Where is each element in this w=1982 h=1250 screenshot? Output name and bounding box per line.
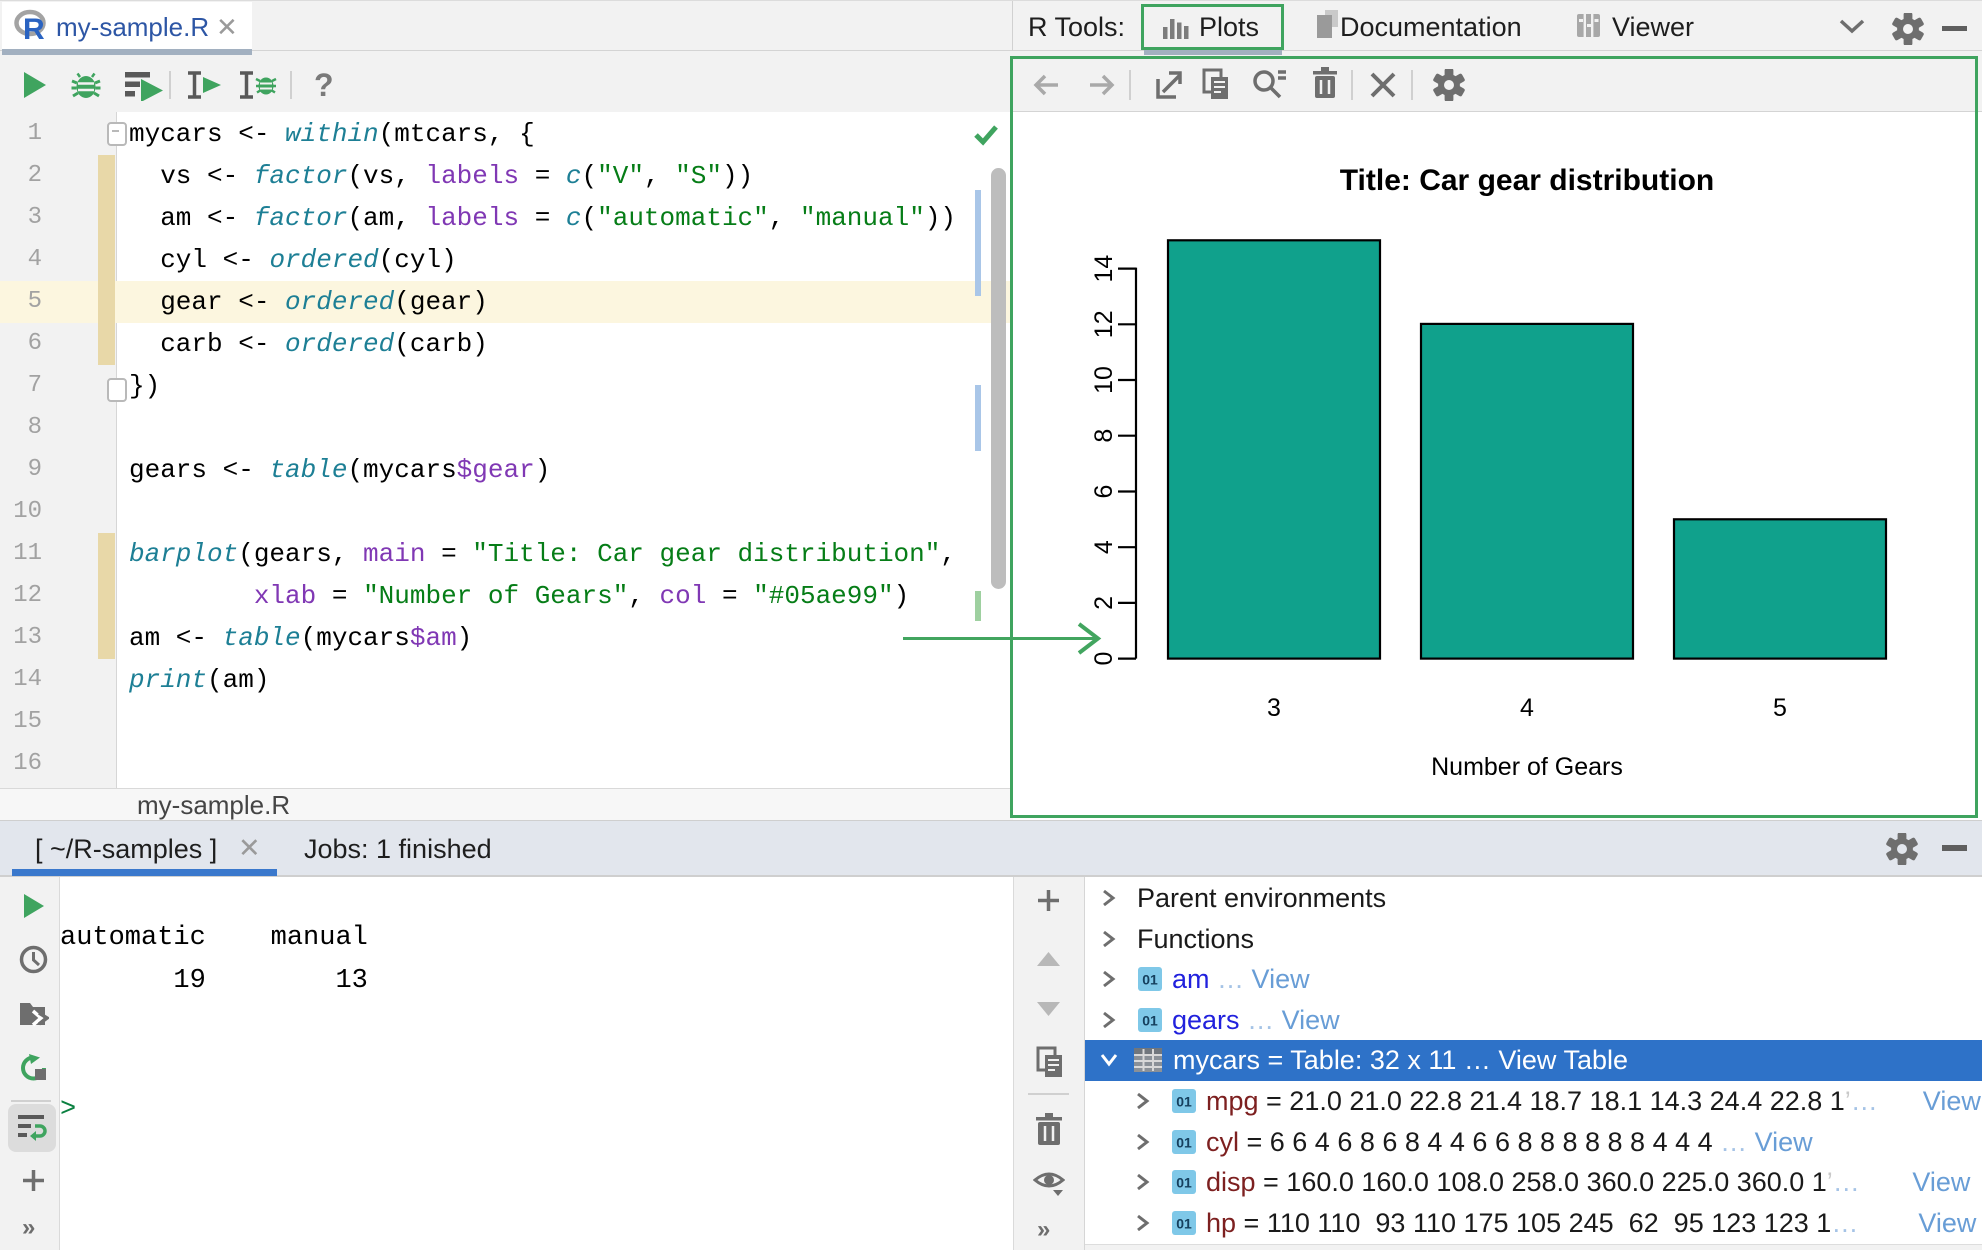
svg-text:01: 01 <box>1176 1135 1192 1151</box>
svg-text:01: 01 <box>1176 1094 1192 1110</box>
svg-text:01: 01 <box>1176 1175 1192 1191</box>
svg-text:01: 01 <box>1142 972 1158 988</box>
svg-text:01: 01 <box>1142 1013 1158 1029</box>
svg-text:?: ? <box>314 69 334 101</box>
svg-text:R: R <box>23 13 45 43</box>
svg-text:01: 01 <box>1176 1216 1192 1232</box>
